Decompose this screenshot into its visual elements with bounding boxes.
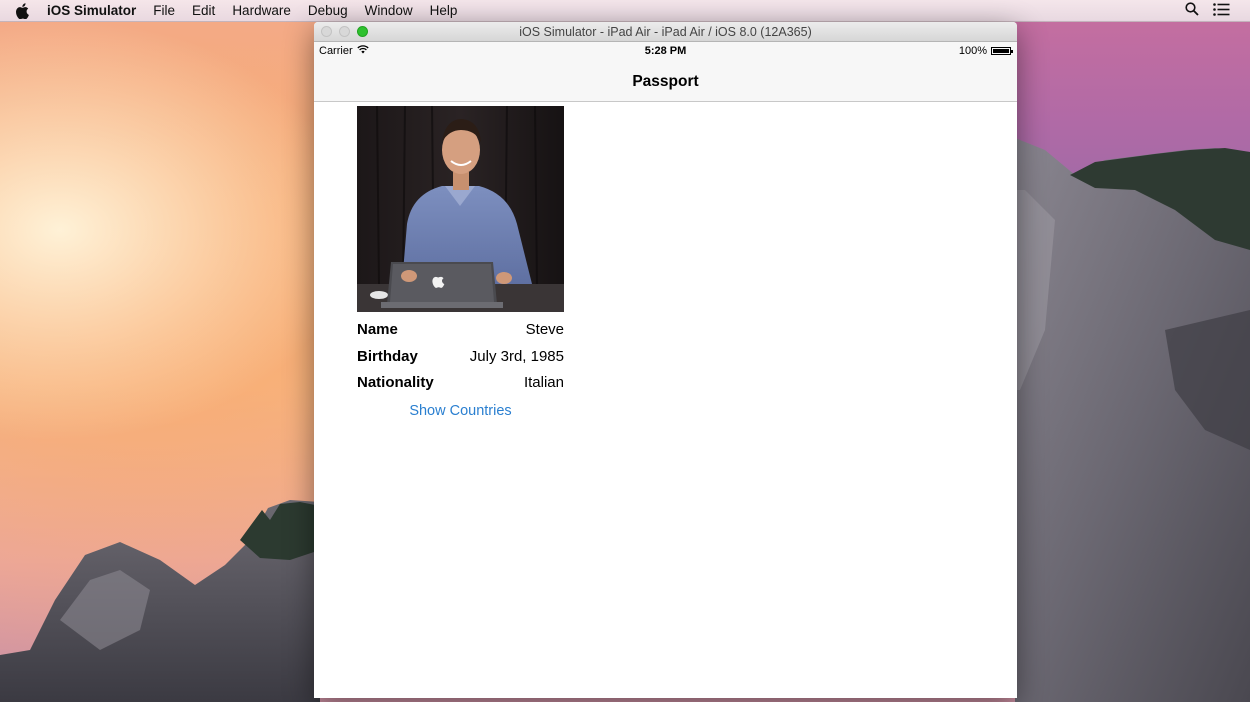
window-title: iOS Simulator - iPad Air - iPad Air / iO… [519, 24, 812, 39]
status-time: 5:28 PM [644, 45, 687, 57]
field-value: Steve [525, 320, 564, 338]
field-label: Name [357, 320, 398, 338]
field-label: Birthday [357, 347, 418, 365]
menu-app-name[interactable]: iOS Simulator [47, 3, 136, 18]
passport-content: Name Steve Birthday July 3rd, 1985 Natio… [314, 102, 1017, 698]
mountain-left [0, 500, 320, 702]
field-nationality-row: Nationality Italian [357, 371, 564, 393]
ios-status-bar: Carrier 5:28 PM 100% [314, 42, 1017, 62]
menu-bar: iOS Simulator File Edit Hardware Debug W… [0, 0, 1250, 22]
nav-title: Passport [632, 72, 699, 90]
profile-photo [357, 106, 564, 312]
menu-hardware[interactable]: Hardware [232, 3, 291, 18]
menu-file[interactable]: File [153, 3, 175, 18]
field-label: Nationality [357, 373, 434, 391]
menu-help[interactable]: Help [430, 3, 458, 18]
battery-percent: 100% [958, 45, 987, 57]
menu-edit[interactable]: Edit [192, 3, 215, 18]
field-name-row: Name Steve [357, 318, 564, 340]
zoom-window-button[interactable] [357, 26, 368, 37]
window-titlebar[interactable]: iOS Simulator - iPad Air - iPad Air / iO… [314, 22, 1017, 42]
spotlight-search-icon[interactable] [1185, 2, 1199, 19]
close-window-button[interactable] [321, 26, 332, 37]
field-value: Italian [523, 373, 564, 391]
mountain-right [1015, 138, 1250, 702]
apple-menu-icon[interactable] [15, 2, 35, 19]
field-birthday-row: Birthday July 3rd, 1985 [357, 345, 564, 367]
field-value: July 3rd, 1985 [469, 347, 564, 365]
menu-window[interactable]: Window [365, 3, 413, 18]
menu-debug[interactable]: Debug [308, 3, 348, 18]
minimize-window-button[interactable] [339, 26, 350, 37]
simulator-window: iOS Simulator - iPad Air - iPad Air / iO… [314, 22, 1017, 698]
show-countries-button[interactable]: Show Countries [357, 403, 564, 419]
battery-icon [991, 47, 1013, 55]
notification-center-icon[interactable] [1213, 2, 1230, 19]
navigation-bar: Passport [314, 62, 1017, 102]
